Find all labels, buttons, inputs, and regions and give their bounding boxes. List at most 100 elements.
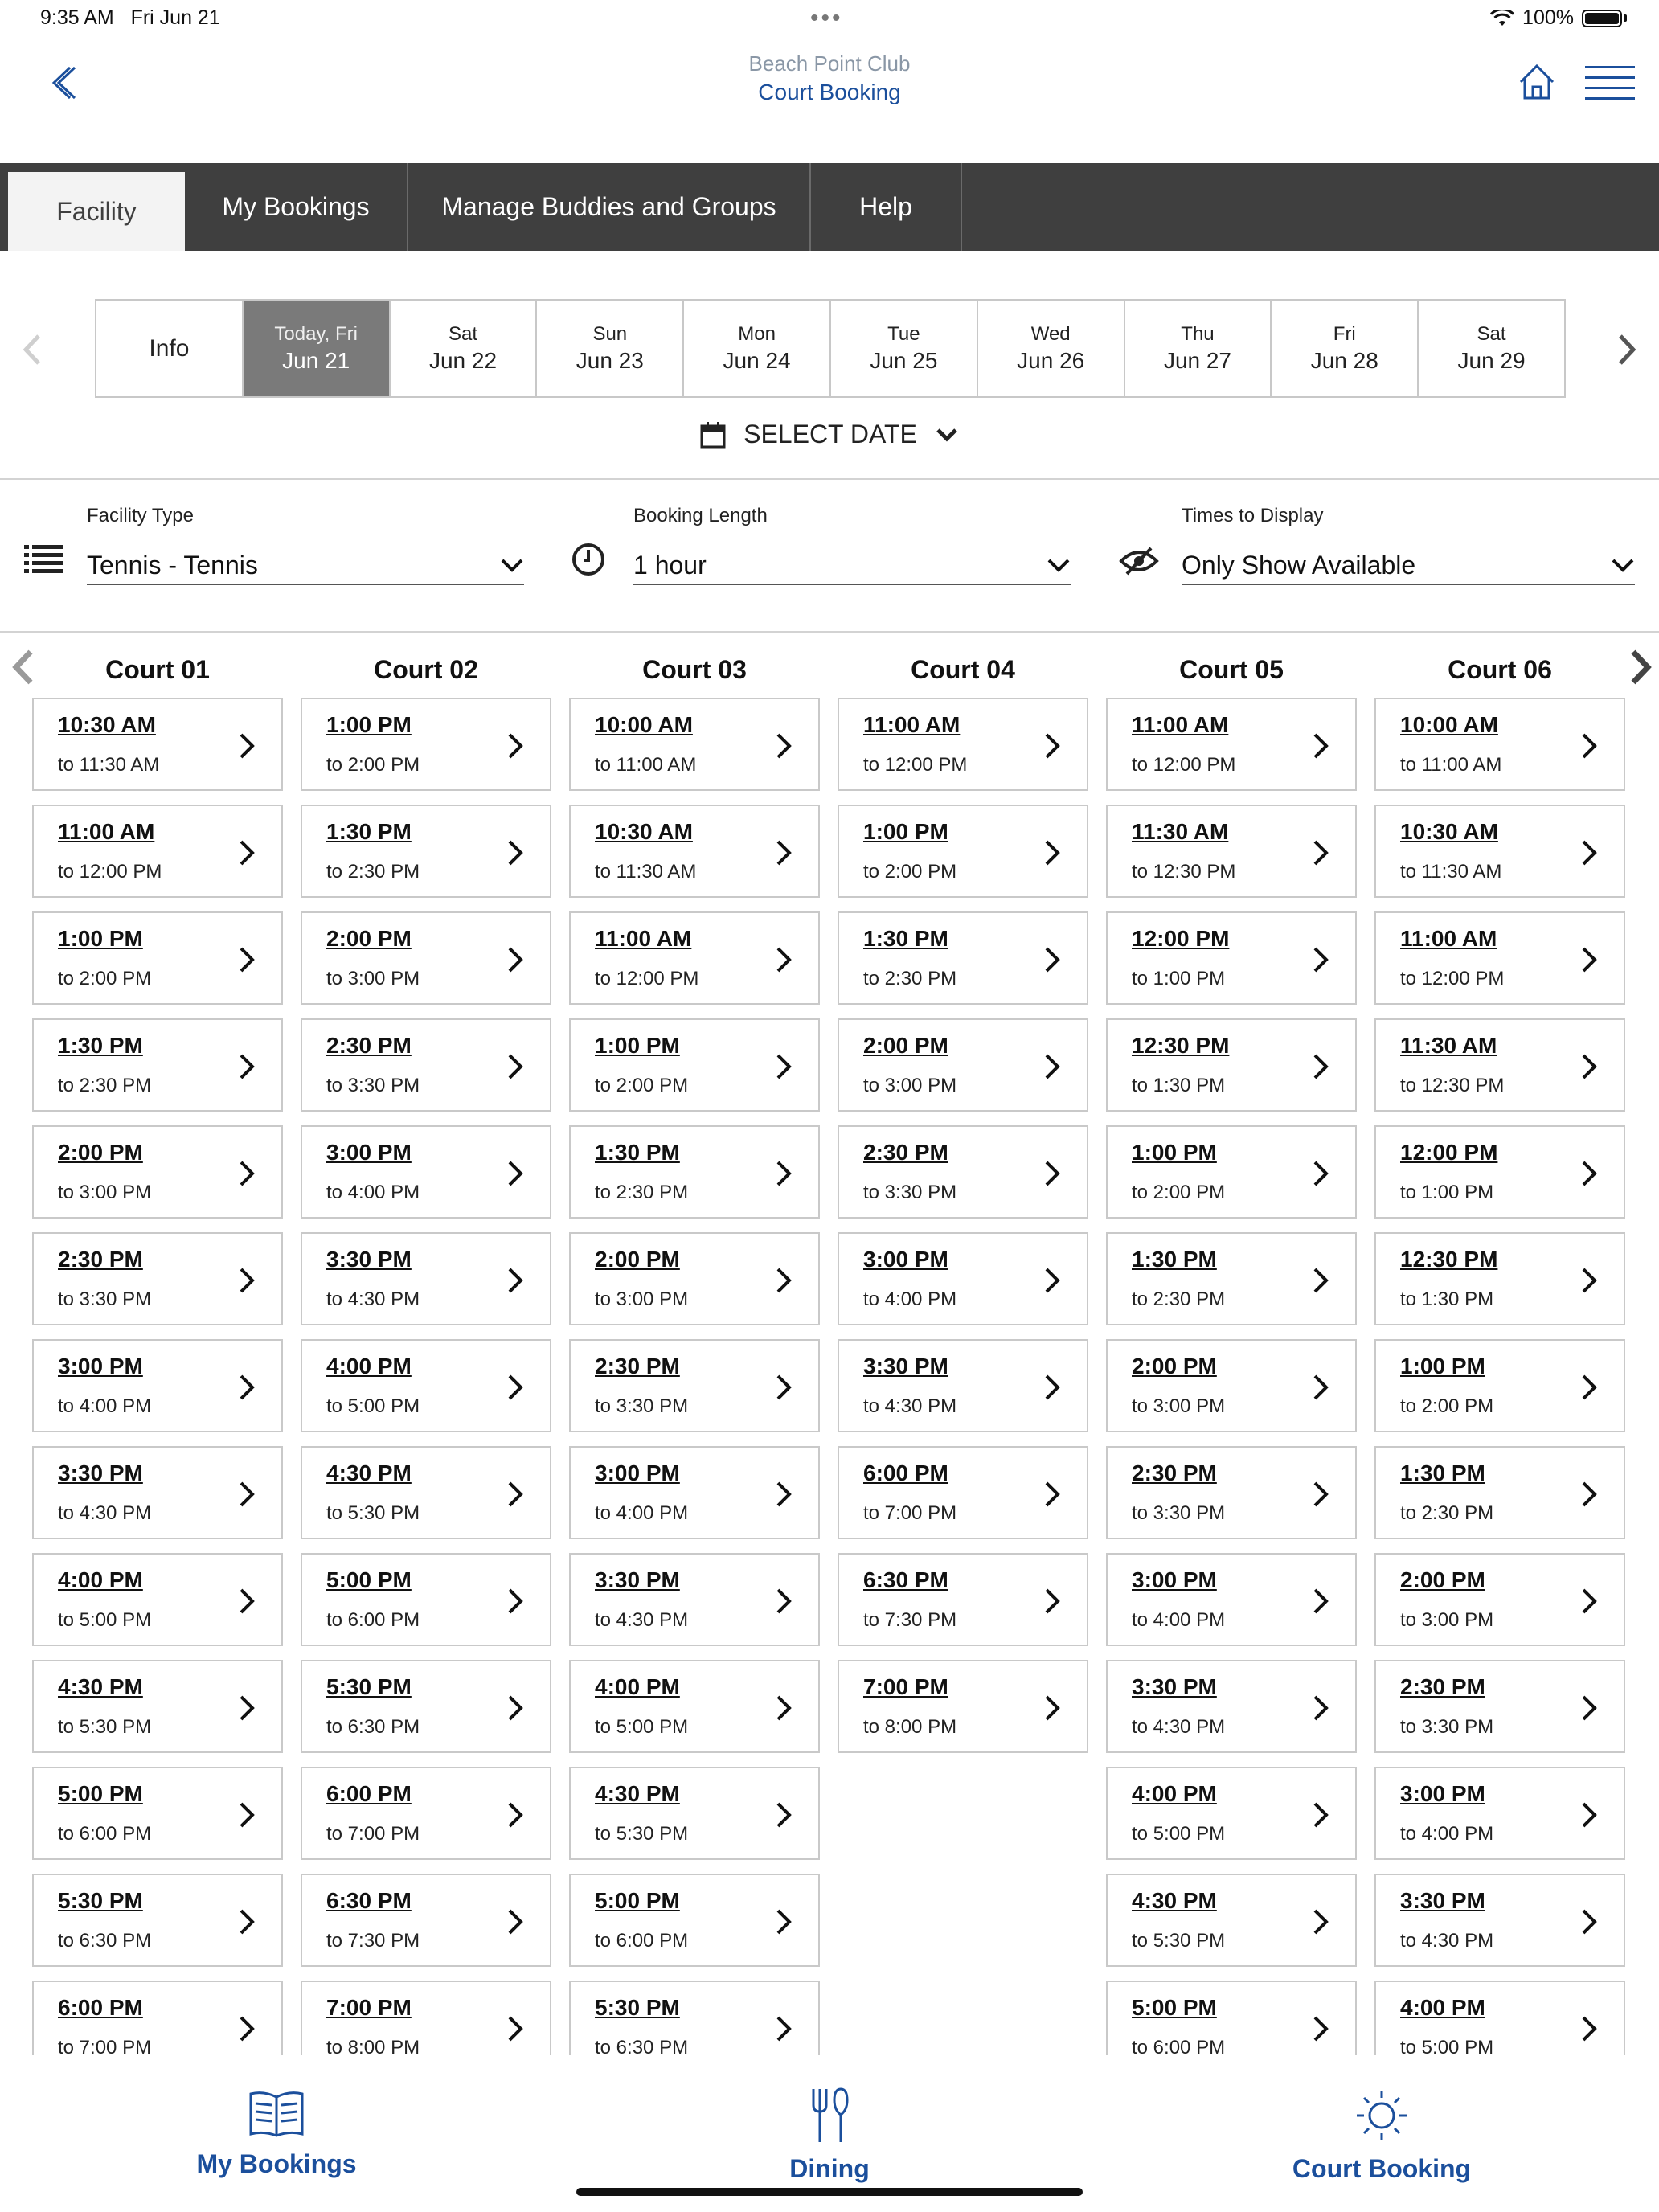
- tab-manage-buddies[interactable]: Manage Buddies and Groups: [408, 163, 811, 251]
- select-date-button[interactable]: SELECT DATE: [0, 420, 1659, 449]
- time-slot-card[interactable]: 2:00 PM to 3:00 PM: [838, 1018, 1088, 1112]
- time-slot-card[interactable]: 3:00 PM to 4:00 PM: [32, 1339, 283, 1432]
- time-slot-card[interactable]: 11:00 AM to 12:00 PM: [838, 698, 1088, 791]
- home-icon[interactable]: [1516, 61, 1558, 103]
- time-slot-card[interactable]: 2:00 PM to 3:00 PM: [1106, 1339, 1357, 1432]
- time-slot-card[interactable]: 11:30 AM to 12:30 PM: [1374, 1018, 1625, 1112]
- time-slot-card[interactable]: 5:00 PM to 6:00 PM: [569, 1874, 820, 1967]
- time-slot-card[interactable]: 2:30 PM to 3:30 PM: [569, 1339, 820, 1432]
- time-slot-card[interactable]: 5:00 PM to 6:00 PM: [301, 1553, 551, 1646]
- courts-next-arrow-icon[interactable]: [1625, 647, 1657, 687]
- time-slot-card[interactable]: 4:30 PM to 5:30 PM: [32, 1660, 283, 1753]
- nav-court-booking[interactable]: Court Booking: [1261, 2087, 1502, 2184]
- time-slot-card[interactable]: 5:30 PM to 6:30 PM: [32, 1874, 283, 1967]
- time-slot-card[interactable]: 4:00 PM to 5:00 PM: [1374, 1981, 1625, 2055]
- time-slot-card[interactable]: 10:30 AM to 11:30 AM: [1374, 805, 1625, 898]
- time-slot-card[interactable]: 3:30 PM to 4:30 PM: [301, 1232, 551, 1325]
- date-day-jun22[interactable]: Sat Jun 22: [391, 301, 538, 396]
- time-slot-card[interactable]: 1:00 PM to 2:00 PM: [838, 805, 1088, 898]
- multitask-dots[interactable]: •••: [810, 5, 843, 32]
- time-slot-card[interactable]: 11:00 AM to 12:00 PM: [1106, 698, 1357, 791]
- time-slot-card[interactable]: 2:30 PM to 3:30 PM: [301, 1018, 551, 1112]
- hamburger-menu-icon[interactable]: [1585, 63, 1635, 103]
- time-slot-card[interactable]: 6:30 PM to 7:30 PM: [838, 1553, 1088, 1646]
- nav-dining[interactable]: Dining: [709, 2087, 950, 2184]
- date-next-arrow-icon[interactable]: [1612, 331, 1641, 368]
- time-slot-card[interactable]: 11:00 AM to 12:00 PM: [32, 805, 283, 898]
- time-slot-card[interactable]: 3:00 PM to 4:00 PM: [1106, 1553, 1357, 1646]
- time-slot-card[interactable]: 10:30 AM to 11:30 AM: [32, 698, 283, 791]
- time-slot-card[interactable]: 5:00 PM to 6:00 PM: [32, 1767, 283, 1860]
- time-slot-card[interactable]: 1:30 PM to 2:30 PM: [569, 1125, 820, 1219]
- time-slot-card[interactable]: 1:00 PM to 2:00 PM: [569, 1018, 820, 1112]
- time-slot-card[interactable]: 3:00 PM to 4:00 PM: [301, 1125, 551, 1219]
- time-slot-card[interactable]: 7:00 PM to 8:00 PM: [838, 1660, 1088, 1753]
- time-slot-card[interactable]: 3:30 PM to 4:30 PM: [838, 1339, 1088, 1432]
- times-display-select[interactable]: Only Show Available: [1182, 547, 1635, 585]
- time-slot-card[interactable]: 4:30 PM to 5:30 PM: [1106, 1874, 1357, 1967]
- time-slot-card[interactable]: 2:30 PM to 3:30 PM: [32, 1232, 283, 1325]
- time-slot-card[interactable]: 1:00 PM to 2:00 PM: [32, 911, 283, 1005]
- tab-facility[interactable]: Facility: [8, 172, 185, 251]
- time-slot-card[interactable]: 2:00 PM to 3:00 PM: [1374, 1553, 1625, 1646]
- time-slot-card[interactable]: 2:00 PM to 3:00 PM: [32, 1125, 283, 1219]
- date-info-button[interactable]: Info: [96, 301, 244, 396]
- time-slot-card[interactable]: 3:00 PM to 4:00 PM: [569, 1446, 820, 1539]
- time-slot-card[interactable]: 2:00 PM to 3:00 PM: [569, 1232, 820, 1325]
- time-slot-card[interactable]: 12:30 PM to 1:30 PM: [1374, 1232, 1625, 1325]
- time-slot-card[interactable]: 3:30 PM to 4:30 PM: [32, 1446, 283, 1539]
- time-slot-card[interactable]: 6:00 PM to 7:00 PM: [838, 1446, 1088, 1539]
- date-day-jun29[interactable]: Sat Jun 29: [1419, 301, 1564, 396]
- time-slot-card[interactable]: 2:00 PM to 3:00 PM: [301, 911, 551, 1005]
- date-prev-arrow-icon[interactable]: [18, 331, 47, 368]
- time-slot-card[interactable]: 2:30 PM to 3:30 PM: [838, 1125, 1088, 1219]
- time-slot-card[interactable]: 3:30 PM to 4:30 PM: [1374, 1874, 1625, 1967]
- time-slot-card[interactable]: 1:30 PM to 2:30 PM: [838, 911, 1088, 1005]
- time-slot-card[interactable]: 4:00 PM to 5:00 PM: [1106, 1767, 1357, 1860]
- date-day-jun23[interactable]: Sun Jun 23: [537, 301, 685, 396]
- time-slot-card[interactable]: 4:00 PM to 5:00 PM: [569, 1660, 820, 1753]
- tab-help[interactable]: Help: [811, 163, 962, 251]
- date-day-jun24[interactable]: Mon Jun 24: [684, 301, 831, 396]
- time-slot-card[interactable]: 11:30 AM to 12:30 PM: [1106, 805, 1357, 898]
- time-slot-card[interactable]: 6:00 PM to 7:00 PM: [32, 1981, 283, 2055]
- time-slot-card[interactable]: 3:30 PM to 4:30 PM: [1106, 1660, 1357, 1753]
- time-slot-card[interactable]: 12:00 PM to 1:00 PM: [1374, 1125, 1625, 1219]
- time-slot-card[interactable]: 1:00 PM to 2:00 PM: [301, 698, 551, 791]
- time-slot-card[interactable]: 1:30 PM to 2:30 PM: [1106, 1232, 1357, 1325]
- time-slot-card[interactable]: 5:00 PM to 6:00 PM: [1106, 1981, 1357, 2055]
- time-slot-card[interactable]: 7:00 PM to 8:00 PM: [301, 1981, 551, 2055]
- time-slot-card[interactable]: 4:30 PM to 5:30 PM: [301, 1446, 551, 1539]
- time-slot-card[interactable]: 11:00 AM to 12:00 PM: [569, 911, 820, 1005]
- date-day-jun27[interactable]: Thu Jun 27: [1125, 301, 1272, 396]
- time-slot-card[interactable]: 10:00 AM to 11:00 AM: [1374, 698, 1625, 791]
- time-slot-card[interactable]: 3:00 PM to 4:00 PM: [1374, 1767, 1625, 1860]
- time-slot-card[interactable]: 1:30 PM to 2:30 PM: [301, 805, 551, 898]
- time-slot-card[interactable]: 4:30 PM to 5:30 PM: [569, 1767, 820, 1860]
- date-day-jun25[interactable]: Tue Jun 25: [831, 301, 978, 396]
- facility-type-select[interactable]: Tennis - Tennis: [87, 547, 524, 585]
- time-slot-card[interactable]: 4:00 PM to 5:00 PM: [32, 1553, 283, 1646]
- time-slot-card[interactable]: 1:00 PM to 2:00 PM: [1106, 1125, 1357, 1219]
- time-slot-card[interactable]: 1:30 PM to 2:30 PM: [1374, 1446, 1625, 1539]
- time-slot-card[interactable]: 12:00 PM to 1:00 PM: [1106, 911, 1357, 1005]
- time-slot-card[interactable]: 1:00 PM to 2:00 PM: [1374, 1339, 1625, 1432]
- time-slot-card[interactable]: 3:00 PM to 4:00 PM: [838, 1232, 1088, 1325]
- date-day-jun21[interactable]: Today, Fri Jun 21: [243, 301, 391, 396]
- time-slot-card[interactable]: 6:30 PM to 7:30 PM: [301, 1874, 551, 1967]
- time-slot-card[interactable]: 2:30 PM to 3:30 PM: [1106, 1446, 1357, 1539]
- time-slot-card[interactable]: 12:30 PM to 1:30 PM: [1106, 1018, 1357, 1112]
- time-slot-card[interactable]: 11:00 AM to 12:00 PM: [1374, 911, 1625, 1005]
- time-slot-card[interactable]: 1:30 PM to 2:30 PM: [32, 1018, 283, 1112]
- time-slot-card[interactable]: 5:30 PM to 6:30 PM: [569, 1981, 820, 2055]
- time-slot-card[interactable]: 10:30 AM to 11:30 AM: [569, 805, 820, 898]
- date-day-jun28[interactable]: Fri Jun 28: [1272, 301, 1419, 396]
- time-slot-card[interactable]: 2:30 PM to 3:30 PM: [1374, 1660, 1625, 1753]
- time-slot-card[interactable]: 4:00 PM to 5:00 PM: [301, 1339, 551, 1432]
- nav-my-bookings[interactable]: My Bookings: [156, 2087, 397, 2179]
- tab-my-bookings[interactable]: My Bookings: [185, 163, 408, 251]
- time-slot-card[interactable]: 3:30 PM to 4:30 PM: [569, 1553, 820, 1646]
- time-slot-card[interactable]: 10:00 AM to 11:00 AM: [569, 698, 820, 791]
- date-day-jun26[interactable]: Wed Jun 26: [978, 301, 1125, 396]
- booking-length-select[interactable]: 1 hour: [633, 547, 1071, 585]
